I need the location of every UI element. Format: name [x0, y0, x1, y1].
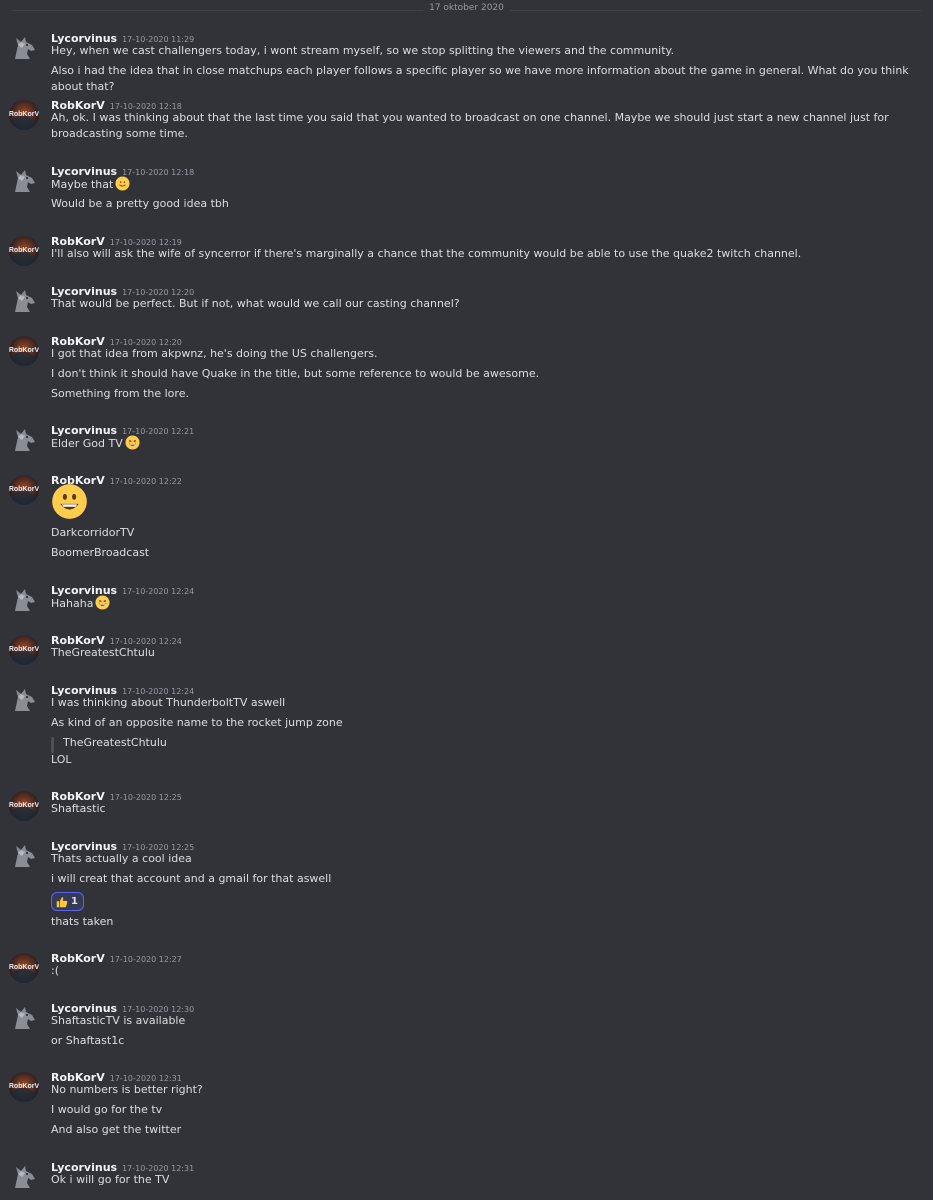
- message-text: Also i had the idea that in close matchu…: [51, 64, 909, 93]
- quoted-text: TheGreatestChtulu: [63, 736, 167, 749]
- avatar-robkorv[interactable]: RobKorV: [9, 635, 39, 665]
- message-text: BoomerBroadcast: [51, 546, 150, 559]
- message-text: Hahaha: [51, 595, 917, 612]
- grinning-face-icon: [51, 483, 88, 520]
- message-text: No numbers is better right?: [51, 1083, 203, 1096]
- message-text: I'll also will ask the wife of syncerror…: [51, 247, 802, 260]
- message-text: Maybe that: [51, 176, 917, 193]
- message-text: TheGreatestChtulu: [51, 646, 155, 659]
- avatar-robkorv[interactable]: RobKorV: [9, 953, 39, 983]
- message-text: DarkcorridorTV: [51, 526, 135, 539]
- avatar-lycorvinus[interactable]: [9, 286, 39, 316]
- message-text: Elder God TV: [51, 435, 917, 452]
- avatar-lycorvinus[interactable]: [9, 841, 39, 871]
- avatar-robkorv[interactable]: RobKorV: [9, 336, 39, 366]
- message-text: :(: [51, 964, 59, 977]
- message-text: I don't think it should have Quake in th…: [51, 367, 540, 380]
- svg-text:RobKorV: RobKorV: [9, 486, 39, 493]
- date-divider-label: 17 oktober 2020: [423, 3, 510, 13]
- message-text: Thats actually a cool idea: [51, 852, 192, 865]
- reaction-count: 1: [71, 896, 78, 907]
- avatar-lycorvinus[interactable]: [9, 425, 39, 455]
- svg-text:RobKorV: RobKorV: [9, 646, 39, 653]
- avatar-lycorvinus[interactable]: [9, 685, 39, 715]
- avatar-lycorvinus[interactable]: [9, 166, 39, 196]
- message-text: As kind of an opposite name to the rocke…: [51, 716, 343, 729]
- message-text: And also get the twitter: [51, 1123, 182, 1136]
- message-text: Something from the lore.: [51, 387, 189, 400]
- avatar-lycorvinus[interactable]: [9, 1162, 39, 1192]
- avatar-robkorv[interactable]: RobKorV: [9, 475, 39, 505]
- timestamp: 17-10-2020 12:22: [109, 477, 182, 486]
- message-text: or Shaftast1c: [51, 1034, 125, 1047]
- avatar-robkorv[interactable]: RobKorV: [9, 236, 39, 266]
- slightly-smiling-face-icon: [115, 176, 130, 191]
- svg-text:RobKorV: RobKorV: [9, 111, 39, 118]
- avatar-lycorvinus[interactable]: [9, 585, 39, 615]
- message-text: I would go for the tv: [51, 1103, 163, 1116]
- message-text: LOL: [51, 753, 72, 766]
- reaction-thumbs-up[interactable]: 1: [51, 892, 84, 911]
- quote-bar: [51, 737, 54, 753]
- message-text: ShaftasticTV is available: [51, 1014, 186, 1027]
- thumbs-up-icon: [56, 896, 68, 908]
- date-divider: 17 oktober 2020: [12, 3, 921, 13]
- message-text: Ah, ok. I was thinking about that the la…: [51, 111, 889, 140]
- avatar-lycorvinus[interactable]: [9, 33, 39, 63]
- avatar-robkorv[interactable]: RobKorV: [9, 1072, 39, 1102]
- message-text: Shaftastic: [51, 802, 106, 815]
- svg-text:RobKorV: RobKorV: [9, 347, 39, 354]
- svg-text:RobKorV: RobKorV: [9, 964, 39, 971]
- message-text: I got that idea from akpwnz, he's doing …: [51, 347, 378, 360]
- chat-message-list[interactable]: 17 oktober 2020 Lycorvinus 17-10-2020 11:…: [0, 0, 933, 1200]
- grinning-squinting-face-icon: [95, 595, 110, 610]
- avatar-robkorv[interactable]: RobKorV: [9, 791, 39, 821]
- message-text: Hey, when we cast challengers today, i w…: [51, 44, 674, 57]
- avatar-robkorv[interactable]: RobKorV: [9, 100, 39, 130]
- svg-text:RobKorV: RobKorV: [9, 1083, 39, 1090]
- svg-text:RobKorV: RobKorV: [9, 802, 39, 809]
- grinning-squinting-face-icon: [125, 435, 140, 450]
- message-text: I was thinking about ThunderboltTV aswel…: [51, 696, 286, 709]
- avatar-lycorvinus[interactable]: [9, 1003, 39, 1033]
- svg-text:RobKorV: RobKorV: [9, 247, 39, 254]
- message-text: That would be perfect. But if not, what …: [51, 297, 460, 310]
- message-text: Ok i will go for the TV: [51, 1173, 170, 1186]
- message-text: thats taken: [51, 915, 114, 928]
- message-text: i will creat that account and a gmail fo…: [51, 872, 332, 885]
- message-text: Would be a pretty good idea tbh: [51, 197, 229, 210]
